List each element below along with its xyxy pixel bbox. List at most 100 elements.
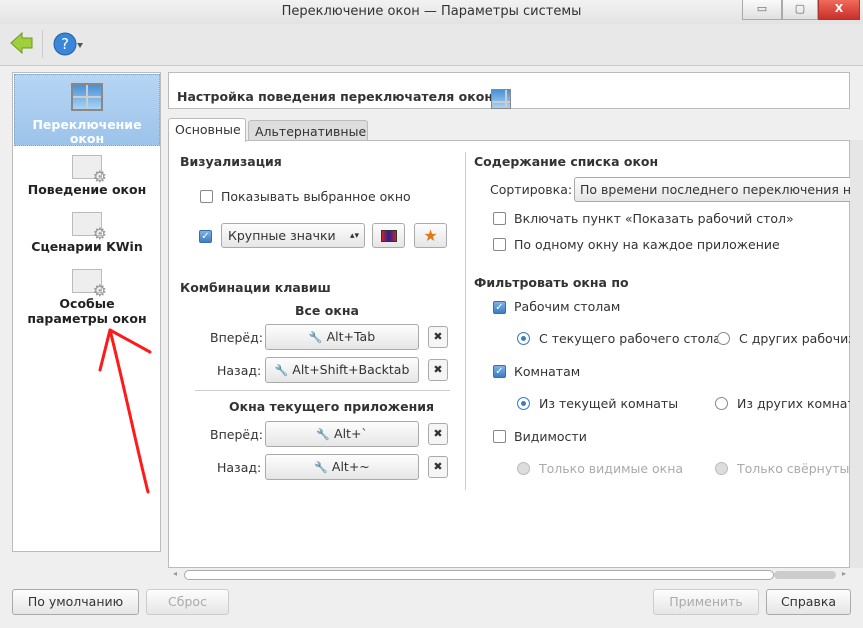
all-forward-shortcut-button[interactable]: 🔧 Alt+Tab (265, 324, 419, 350)
wrench-icon: 🔧 (316, 428, 331, 441)
visibility-checkbox[interactable] (493, 430, 506, 443)
tab-panel (168, 140, 850, 568)
show-selected-label: Показывать выбранное окно (221, 189, 411, 204)
scroll-right-icon[interactable]: ▸ (842, 569, 846, 578)
visualization-enable-checkbox[interactable]: ✓ (199, 230, 212, 243)
wrench-icon: 🔧 (308, 331, 323, 344)
script-settings-icon (72, 212, 107, 243)
show-desktop-checkbox[interactable] (493, 212, 506, 225)
preview-button[interactable] (372, 223, 405, 248)
only-minimized-radio[interactable] (715, 462, 728, 475)
sidebar-item-window-switching[interactable]: Переключение окон (14, 74, 160, 146)
current-activity-radio[interactable] (517, 397, 530, 410)
app-back-shortcut-button[interactable]: 🔧 Alt+~ (265, 454, 419, 480)
sidebar-item-label: Переключение окон (32, 117, 142, 146)
desktops-label: Рабочим столам (514, 299, 621, 314)
sidebar-item-window-behavior[interactable]: Поведение окон (14, 155, 160, 205)
sort-label: Сортировка: (490, 182, 573, 197)
toolbar: ? (0, 24, 863, 66)
help-icon[interactable]: ? (53, 31, 87, 57)
layout-select-value: Крупные значки (228, 228, 336, 243)
current-desktop-label: С текущего рабочего стола (539, 331, 721, 346)
section-content: Содержание списка окон (474, 154, 659, 169)
all-windows-heading: Все окна (295, 303, 359, 318)
forward-label: Вперёд: (210, 330, 263, 345)
get-new-layouts-button[interactable]: ★ (414, 223, 447, 248)
activities-checkbox[interactable]: ✓ (493, 365, 506, 378)
forward-label: Вперёд: (210, 427, 263, 442)
annotation-arrow-shaft (108, 328, 150, 494)
toolbar-separator (42, 30, 43, 58)
back-label: Назад: (217, 363, 262, 378)
wrench-icon: 🔧 (274, 364, 289, 377)
annotation-arrow-head (98, 328, 152, 372)
other-desktops-label: С других рабочих столов (739, 331, 850, 346)
layout-select[interactable]: Крупные значки ▴▾ (221, 223, 365, 248)
close-button[interactable]: X (818, 0, 860, 20)
scrollbar-track[interactable] (774, 571, 836, 579)
divider (195, 390, 450, 391)
minimize-button[interactable]: ▭ (742, 0, 782, 20)
svg-text:?: ? (61, 35, 69, 53)
preview-icon (380, 230, 397, 242)
tab-alternative[interactable]: Альтернативные (248, 120, 368, 141)
page-title: Настройка поведения переключателя окон (177, 89, 493, 104)
section-visualization: Визуализация (180, 154, 282, 169)
other-desktops-radio[interactable] (717, 332, 730, 345)
shortcut-value: Alt+Tab (326, 329, 376, 344)
column-divider (465, 152, 466, 490)
scroll-left-icon[interactable]: ◂ (173, 569, 177, 578)
shortcut-value: Alt+~ (331, 459, 370, 474)
tab-basic[interactable]: Основные (168, 118, 246, 142)
all-back-shortcut-button[interactable]: 🔧 Alt+Shift+Backtab (265, 357, 419, 383)
section-shortcuts: Комбинации клавиш (180, 280, 331, 295)
clear-shortcut-icon[interactable]: ✖ (428, 326, 448, 348)
window-title: Переключение окон — Параметры системы (281, 4, 582, 19)
section-filter: Фильтровать окна по (474, 275, 629, 290)
star-icon: ★ (423, 226, 438, 245)
window-settings-icon (72, 155, 107, 186)
current-desktop-radio[interactable] (517, 332, 530, 345)
apply-button[interactable]: Применить (653, 589, 759, 615)
sidebar-item-kwin-scripts[interactable]: Сценарии KWin (14, 212, 160, 262)
only-minimized-label: Только свёрнутые окна (737, 461, 850, 476)
only-visible-radio[interactable] (517, 462, 530, 475)
horizontal-scrollbar[interactable]: ◂ ▸ (170, 569, 852, 581)
one-per-app-checkbox[interactable] (493, 238, 506, 251)
sidebar-item-label: Поведение окон (27, 182, 147, 197)
only-visible-label: Только видимые окна (539, 461, 684, 476)
visibility-label: Видимости (514, 429, 587, 444)
desktops-checkbox[interactable]: ✓ (493, 301, 506, 314)
back-arrow-icon[interactable] (10, 31, 34, 55)
wrench-icon: 🔧 (314, 461, 328, 474)
app-forward-shortcut-button[interactable]: 🔧 Alt+` (265, 421, 419, 447)
page-header: Настройка поведения переключателя окон (168, 72, 850, 109)
clear-shortcut-icon[interactable]: ✖ (428, 456, 448, 478)
reset-button[interactable]: Сброс (146, 589, 229, 615)
scrollbar-thumb[interactable] (184, 570, 774, 580)
maximize-button[interactable]: ▢ (782, 0, 818, 20)
window-switcher-icon (71, 83, 103, 111)
sidebar-item-label: Сценарии KWin (31, 239, 143, 254)
window-rules-icon (72, 269, 107, 300)
sort-select[interactable]: По времени последнего переключения на ок… (574, 177, 863, 202)
clear-shortcut-icon[interactable]: ✖ (428, 423, 448, 445)
show-desktop-label: Включать пункт «Показать рабочий стол» (514, 211, 794, 226)
back-label: Назад: (217, 460, 262, 475)
current-app-heading: Окна текущего приложения (229, 399, 435, 414)
select-arrows-icon: ▴▾ (349, 231, 359, 241)
defaults-button[interactable]: По умолчанию (12, 589, 139, 615)
shortcut-value: Alt+Shift+Backtab (292, 362, 410, 377)
current-activity-label: Из текущей комнаты (539, 396, 679, 411)
other-activities-radio[interactable] (715, 397, 728, 410)
help-button[interactable]: Справка (766, 589, 851, 615)
clear-shortcut-icon[interactable]: ✖ (428, 359, 448, 381)
red-arrow-annotation (98, 328, 152, 494)
activities-label: Комнатам (514, 364, 581, 379)
shortcut-value: Alt+` (334, 426, 368, 441)
vertical-scroll-area[interactable] (850, 140, 863, 568)
show-selected-checkbox[interactable] (200, 190, 213, 203)
one-per-app-label: По одному окну на каждое приложение (514, 237, 780, 252)
window-switcher-icon (491, 89, 512, 109)
title-bar: Переключение окон — Параметры системы (0, 0, 863, 24)
